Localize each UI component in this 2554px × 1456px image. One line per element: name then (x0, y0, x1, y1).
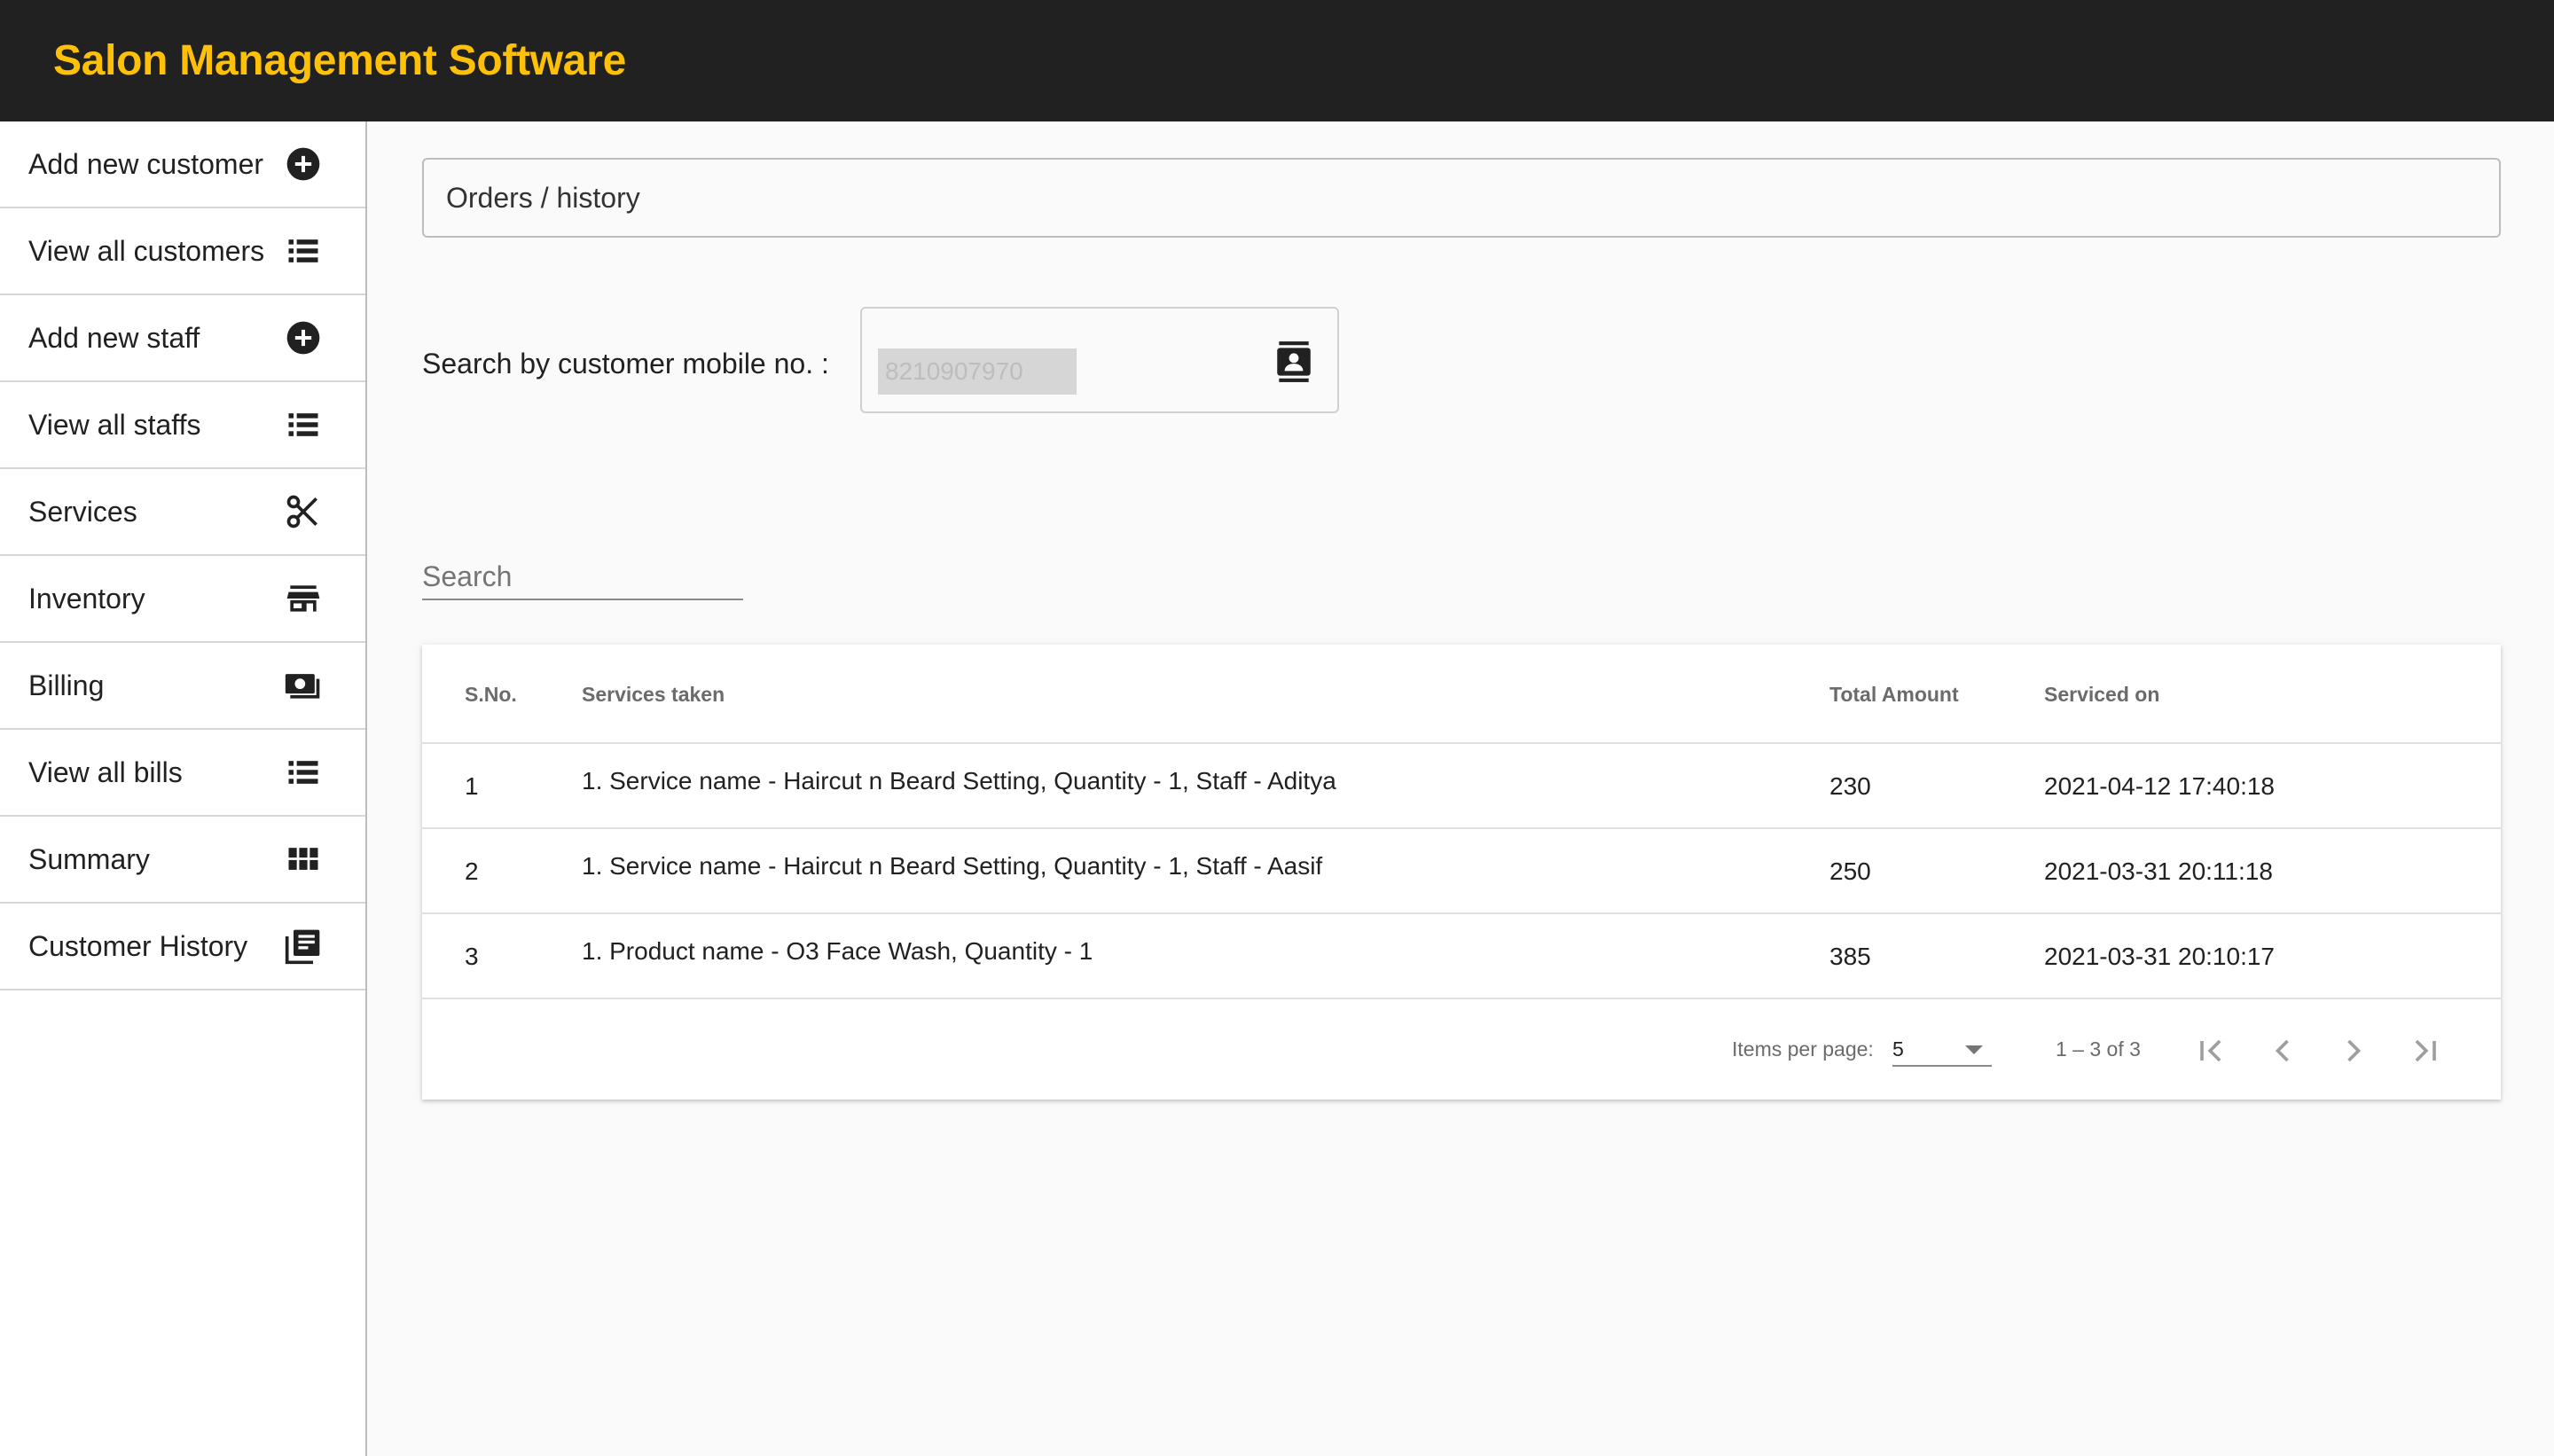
table-row: 3 1. Product name - O3 Face Wash, Quanti… (422, 914, 2501, 999)
app-title: Salon Management Software (53, 37, 626, 84)
orders-table: S.No. Services taken Total Amount Servic… (422, 645, 2501, 1100)
first-page-button[interactable] (2187, 1026, 2237, 1076)
grid-icon (284, 840, 323, 879)
sidebar-item-label: Inventory (28, 582, 145, 614)
cell-sno: 1 (465, 772, 479, 800)
app-header: Salon Management Software (0, 0, 2554, 121)
sidebar-item-label: View all customers (28, 234, 265, 267)
mobile-search-label: Search by customer mobile no. : (422, 348, 829, 380)
column-header-services: Services taken (582, 682, 725, 706)
next-page-button[interactable] (2329, 1026, 2378, 1076)
cell-services: 1. Service name - Haircut n Beard Settin… (582, 767, 1336, 795)
table-filter (422, 556, 743, 600)
sidebar-item-label: View all bills (28, 755, 183, 788)
last-page-button[interactable] (2400, 1026, 2449, 1076)
sidebar-item-view-all-customers[interactable]: View all customers (0, 208, 365, 295)
sidebar-item-add-new-staff[interactable]: Add new staff (0, 295, 365, 382)
sidebar-item-label: Summary (28, 842, 150, 875)
items-per-page-label: Items per page: (1732, 1037, 1874, 1061)
cell-date: 2021-03-31 20:10:17 (2044, 943, 2275, 970)
cell-sno: 3 (465, 943, 479, 970)
scissors-icon (284, 492, 323, 531)
previous-page-button[interactable] (2258, 1026, 2307, 1076)
cell-sno: 2 (465, 857, 479, 885)
store-icon (284, 579, 323, 618)
library-books-icon (284, 927, 323, 966)
range-label: 1 – 3 of 3 (2056, 1037, 2141, 1061)
list-icon (284, 753, 323, 792)
sidebar-item-add-new-customer[interactable]: Add new customer (0, 121, 365, 208)
list-icon (284, 231, 323, 270)
table-header: S.No. Services taken Total Amount Servic… (422, 645, 2501, 744)
add-circle-icon (284, 145, 323, 184)
breadcrumb: Orders / history (422, 158, 2501, 238)
sidebar-item-customer-history[interactable]: Customer History (0, 904, 365, 990)
cell-date: 2021-03-31 20:11:18 (2044, 857, 2273, 885)
sidebar-item-summary[interactable]: Summary (0, 817, 365, 904)
filter-input[interactable] (422, 556, 743, 597)
sidebar-item-services[interactable]: Services (0, 469, 365, 556)
add-circle-icon (284, 318, 323, 357)
cell-date: 2021-04-12 17:40:18 (2044, 772, 2275, 800)
sidebar-item-view-all-staffs[interactable]: View all staffs (0, 382, 365, 469)
sidebar-item-view-all-bills[interactable]: View all bills (0, 730, 365, 817)
sidebar-item-label: Customer History (28, 929, 248, 962)
mobile-search-input[interactable] (878, 348, 1077, 395)
items-per-page-select[interactable]: 5 (1892, 1026, 1992, 1067)
chevron-left-icon (2275, 1039, 2289, 1062)
sidebar-item-inventory[interactable]: Inventory (0, 556, 365, 643)
main-content: Orders / history Search by customer mobi… (369, 121, 2554, 1456)
sidebar-item-label: Services (28, 495, 137, 528)
cell-services: 1. Product name - O3 Face Wash, Quantity… (582, 937, 1093, 965)
items-per-page-value: 5 (1892, 1037, 1904, 1061)
money-icon (284, 666, 323, 705)
column-header-date: Serviced on (2044, 682, 2160, 706)
table-row: 2 1. Service name - Haircut n Beard Sett… (422, 829, 2501, 914)
cell-amount: 230 (1829, 772, 1871, 800)
sidebar-item-label: Add new customer (28, 147, 264, 180)
mobile-search-field (860, 307, 1339, 413)
cell-amount: 250 (1829, 857, 1871, 885)
column-header-sno: S.No. (465, 682, 517, 706)
sidebar-item-label: Billing (28, 669, 105, 701)
dropdown-arrow-icon (1965, 1045, 1983, 1054)
column-header-amount: Total Amount (1829, 682, 1959, 706)
last-page-icon (2415, 1039, 2436, 1062)
contact-icon[interactable] (1272, 340, 1316, 384)
table-row: 1 1. Service name - Haircut n Beard Sett… (422, 744, 2501, 829)
sidebar: Add new customer View all customers Add … (0, 121, 367, 1456)
paginator: Items per page: 5 1 – 3 of 3 (422, 999, 2501, 1100)
sidebar-item-label: View all staffs (28, 408, 201, 441)
sidebar-item-billing[interactable]: Billing (0, 643, 365, 730)
cell-services: 1. Service name - Haircut n Beard Settin… (582, 852, 1323, 880)
chevron-right-icon (2347, 1039, 2362, 1062)
list-icon (284, 405, 323, 444)
cell-amount: 385 (1829, 943, 1871, 970)
first-page-icon (2200, 1039, 2221, 1062)
sidebar-item-label: Add new staff (28, 321, 200, 354)
